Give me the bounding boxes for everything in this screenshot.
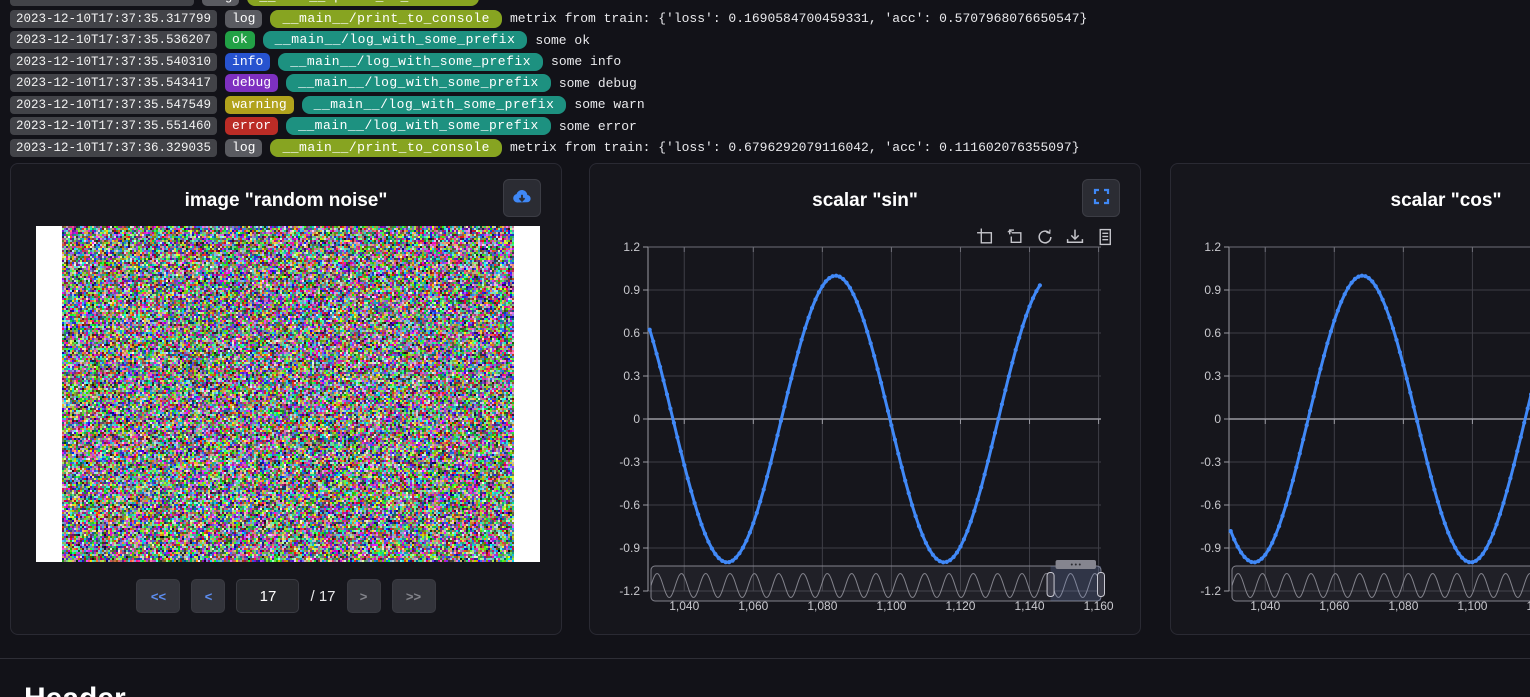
log-row: 2023-12-10T17:37:35.543417 debug __main__/… bbox=[10, 74, 1530, 92]
pager-total-label: / 17 bbox=[310, 588, 335, 605]
log-level-badge: warning bbox=[225, 96, 294, 114]
log-logger-badge: __main__/log_with_some_prefix bbox=[302, 96, 567, 114]
log-message: some debug bbox=[559, 76, 637, 91]
log-row: 2023-12-10T17:37:35.547549 warning __main_… bbox=[10, 96, 1530, 114]
log-message: some info bbox=[551, 54, 621, 69]
image-figure bbox=[36, 226, 540, 562]
page: log__main__/print_to_console2023-12-10T1… bbox=[0, 0, 1530, 697]
y-tick-label: -0.3 bbox=[1200, 455, 1221, 469]
chart-toolbar bbox=[976, 228, 1114, 246]
pager-next-button[interactable]: > bbox=[347, 579, 381, 613]
log-timestamp: 2023-12-10T17:37:35.547549 bbox=[10, 96, 217, 114]
image-pager: << < / 17 > >> bbox=[11, 579, 561, 613]
image-card: image "random noise" << < / 17 > >> bbox=[10, 163, 562, 635]
y-tick-label: 0.6 bbox=[1204, 326, 1221, 340]
datazoom-slider[interactable] bbox=[651, 566, 1101, 601]
y-tick-label: 1.2 bbox=[1204, 240, 1221, 254]
datazoom-handle[interactable] bbox=[1047, 573, 1054, 597]
log-level-badge: info bbox=[225, 53, 270, 71]
y-tick-label: 0.3 bbox=[1204, 369, 1221, 383]
log-level-badge: log bbox=[225, 139, 262, 157]
datazoom-window[interactable] bbox=[1051, 566, 1101, 601]
restore-icon[interactable] bbox=[1036, 228, 1054, 246]
y-tick-label: 0.3 bbox=[623, 369, 640, 383]
section-divider bbox=[0, 658, 1530, 659]
log-row: log __main__/print_to_console bbox=[10, 0, 1530, 6]
log-timestamp: 2023-12-10T17:37:35.540310 bbox=[10, 53, 217, 71]
log-logger-badge: __main__/log_with_some_prefix bbox=[263, 31, 528, 49]
y-tick-label: -0.9 bbox=[1200, 541, 1221, 555]
log-message: metrix from train: {'loss': 0.1690584700… bbox=[510, 11, 1087, 26]
noise-image bbox=[62, 226, 514, 562]
log-timestamp: 2023-12-10T17:37:35.551460 bbox=[10, 117, 217, 135]
log-message: some warn bbox=[574, 97, 644, 112]
data-view-icon[interactable] bbox=[1096, 228, 1114, 246]
log-timestamp: 2023-12-10T17:37:36.329035 bbox=[10, 139, 217, 157]
log-message: metrix from train: {'loss': 0.6796292079… bbox=[510, 140, 1080, 155]
log-level-badge: log bbox=[225, 10, 262, 28]
log-timestamp: 2023-12-10T17:37:35.536207 bbox=[10, 31, 217, 49]
log-logger-badge: __main__/print_to_console bbox=[247, 0, 479, 6]
y-tick-label: 0 bbox=[1214, 412, 1221, 426]
zoom-back-icon[interactable] bbox=[1006, 228, 1024, 246]
y-tick-label: 0.6 bbox=[623, 326, 640, 340]
datazoom-handle[interactable] bbox=[1098, 573, 1105, 597]
y-tick-label: 0.9 bbox=[623, 283, 640, 297]
y-tick-label: -0.6 bbox=[1200, 498, 1221, 512]
cos-chart-card: scalar "cos" 1.20.90.60.30-0.3-0.6-0.9-1… bbox=[1170, 163, 1530, 635]
pager-page-input[interactable] bbox=[236, 579, 299, 613]
log-row: 2023-12-10T17:37:35.536207 ok __main__/log… bbox=[10, 31, 1530, 49]
log-console: log__main__/print_to_console2023-12-10T1… bbox=[10, 0, 1530, 160]
download-image-button[interactable] bbox=[503, 179, 541, 217]
log-message: some error bbox=[559, 119, 637, 134]
pager-first-button[interactable]: << bbox=[136, 579, 180, 613]
save-image-icon[interactable] bbox=[1066, 228, 1084, 246]
cos-chart-canvas[interactable]: 1.20.90.60.30-0.3-0.6-0.9-1.21,0401,0601… bbox=[1171, 164, 1530, 636]
y-tick-label: -0.6 bbox=[619, 498, 640, 512]
log-message: some ok bbox=[535, 33, 590, 48]
y-tick-label: -0.9 bbox=[619, 541, 640, 555]
log-level-badge: debug bbox=[225, 74, 278, 92]
y-tick-label: 0 bbox=[633, 412, 640, 426]
log-logger-badge: __main__/print_to_console bbox=[270, 139, 502, 157]
bottom-heading: Header bbox=[24, 682, 126, 697]
log-logger-badge: __main__/log_with_some_prefix bbox=[286, 74, 551, 92]
sin-chart-card: scalar "sin" 1.20.90.60.30-0.3-0.6-0.9-1… bbox=[589, 163, 1141, 635]
log-level-badge: log bbox=[202, 0, 239, 6]
log-logger-badge: __main__/log_with_some_prefix bbox=[286, 117, 551, 135]
log-level-badge: ok bbox=[225, 31, 255, 49]
log-row: 2023-12-10T17:37:36.329035 log __main__/pr… bbox=[10, 139, 1530, 157]
log-row: 2023-12-10T17:37:35.551460 error __main__/… bbox=[10, 117, 1530, 135]
log-logger-badge: __main__/print_to_console bbox=[270, 10, 502, 28]
log-timestamp: 2023-12-10T17:37:35.317799 bbox=[10, 10, 217, 28]
y-tick-label: -0.3 bbox=[619, 455, 640, 469]
y-tick-label: -1.2 bbox=[1200, 584, 1221, 598]
log-timestamp bbox=[10, 0, 194, 6]
log-row: 2023-12-10T17:37:35.317799 log __main__/pr… bbox=[10, 10, 1530, 28]
log-level-badge: error bbox=[225, 117, 278, 135]
y-tick-label: -1.2 bbox=[619, 584, 640, 598]
y-tick-label: 0.9 bbox=[1204, 283, 1221, 297]
image-card-title: image "random noise" bbox=[11, 190, 561, 212]
cloud-download-icon bbox=[511, 186, 533, 211]
log-timestamp: 2023-12-10T17:37:35.543417 bbox=[10, 74, 217, 92]
pager-prev-button[interactable]: < bbox=[191, 579, 225, 613]
log-row: 2023-12-10T17:37:35.540310 info __main__/l… bbox=[10, 53, 1530, 71]
zoom-select-icon[interactable] bbox=[976, 228, 994, 246]
pager-last-button[interactable]: >> bbox=[392, 579, 436, 613]
log-logger-badge: __main__/log_with_some_prefix bbox=[278, 53, 543, 71]
y-tick-label: 1.2 bbox=[623, 240, 640, 254]
